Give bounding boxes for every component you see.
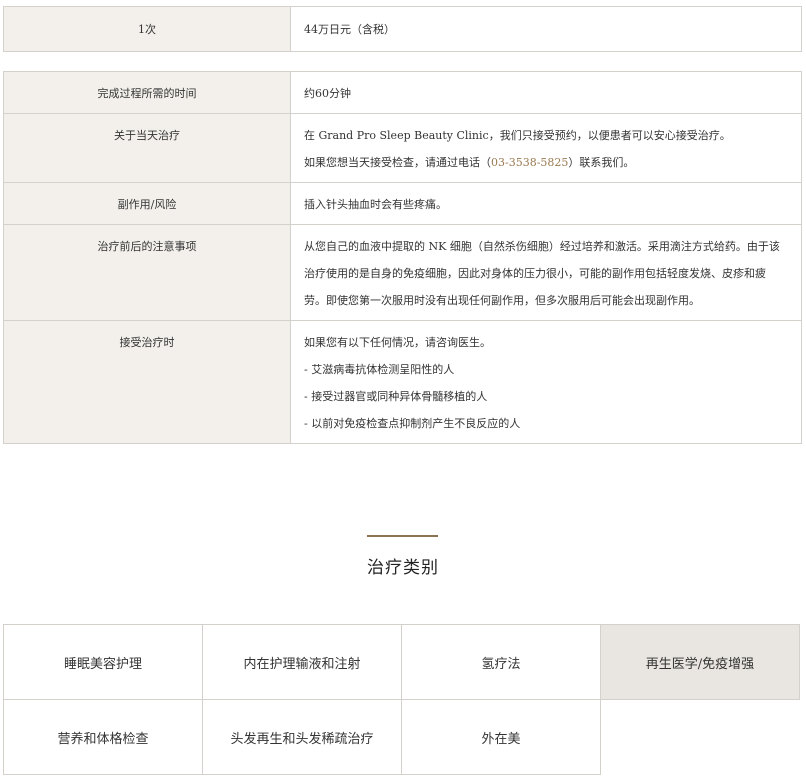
phone-link[interactable]: 03-3538-5825	[491, 156, 568, 169]
side-effects-label: 副作用/风险	[3, 182, 291, 225]
section-divider	[367, 535, 438, 537]
section-title: 治疗类别	[367, 558, 439, 578]
duration-value: 约60分钟	[290, 71, 802, 114]
table-row: 治疗前后的注意事项 从您自己的血液中提取的 NK 细胞（自然杀伤细胞）经过培养和…	[3, 224, 802, 321]
table-row: 完成过程所需的时间 约60分钟	[3, 71, 802, 114]
category-sleep-beauty-care[interactable]: 睡眠美容护理	[3, 624, 203, 700]
table-row: 1次 44万日元（含税）	[3, 6, 802, 52]
category-regenerative-medicine[interactable]: 再生医学/免疫增强	[600, 624, 800, 700]
duration-label: 完成过程所需的时间	[3, 71, 291, 114]
table-row: 接受治疗时 如果您有以下任何情况，请咨询医生。 - 艾滋病毒抗体检测呈阳性的人 …	[3, 320, 802, 444]
table-row: 关于当天治疗 在 Grand Pro Sleep Beauty Clinic，我…	[3, 113, 802, 183]
when-receiving-label: 接受治疗时	[3, 320, 291, 444]
when-receiving-intro: 如果您有以下任何情况，请咨询医生。	[304, 336, 491, 349]
price-value: 44万日元（含税）	[290, 6, 802, 52]
same-day-line-1: 在 Grand Pro Sleep Beauty Clinic，我们只接受预约，…	[304, 129, 731, 142]
price-label: 1次	[3, 6, 291, 52]
same-day-label: 关于当天治疗	[3, 113, 291, 183]
list-item: - 以前对免疫检查点抑制剂产生不良反应的人	[304, 417, 521, 430]
category-hair-regeneration[interactable]: 头发再生和头发稀疏治疗	[202, 699, 402, 775]
category-outer-beauty[interactable]: 外在美	[401, 699, 601, 775]
treatment-categories-grid: 睡眠美容护理 内在护理输液和注射 氢疗法 再生医学/免疫增强 营养和体格检查 头…	[3, 624, 801, 775]
category-inner-care-infusion[interactable]: 内在护理输液和注射	[202, 624, 402, 700]
same-day-line-2: 如果您想当天接受检查，请通过电话（03-3538-5825）联系我们。	[304, 149, 787, 176]
list-item: - 接受过器官或同种异体骨髓移植的人	[304, 390, 488, 403]
precautions-value: 从您自己的血液中提取的 NK 细胞（自然杀伤细胞）经过培养和激活。采用滴注方式给…	[290, 224, 802, 321]
precautions-label: 治疗前后的注意事项	[3, 224, 291, 321]
price-table: 1次 44万日元（含税）	[3, 6, 802, 52]
category-nutrition-checkup[interactable]: 营养和体格检查	[3, 699, 203, 775]
same-day-line-2-suffix: ）联系我们。	[568, 156, 635, 169]
when-receiving-value: 如果您有以下任何情况，请咨询医生。 - 艾滋病毒抗体检测呈阳性的人 - 接受过器…	[290, 320, 802, 444]
list-item: - 艾滋病毒抗体检测呈阳性的人	[304, 363, 455, 376]
side-effects-value: 插入针头抽血时会有些疼痛。	[290, 182, 802, 225]
same-day-line-2-prefix: 如果您想当天接受检查，请通过电话（	[304, 156, 491, 169]
same-day-value: 在 Grand Pro Sleep Beauty Clinic，我们只接受预约，…	[290, 113, 802, 183]
treatment-details-table: 完成过程所需的时间 约60分钟 关于当天治疗 在 Grand Pro Sleep…	[3, 71, 802, 444]
table-row: 副作用/风险 插入针头抽血时会有些疼痛。	[3, 182, 802, 225]
category-hydrogen-therapy[interactable]: 氢疗法	[401, 624, 601, 700]
